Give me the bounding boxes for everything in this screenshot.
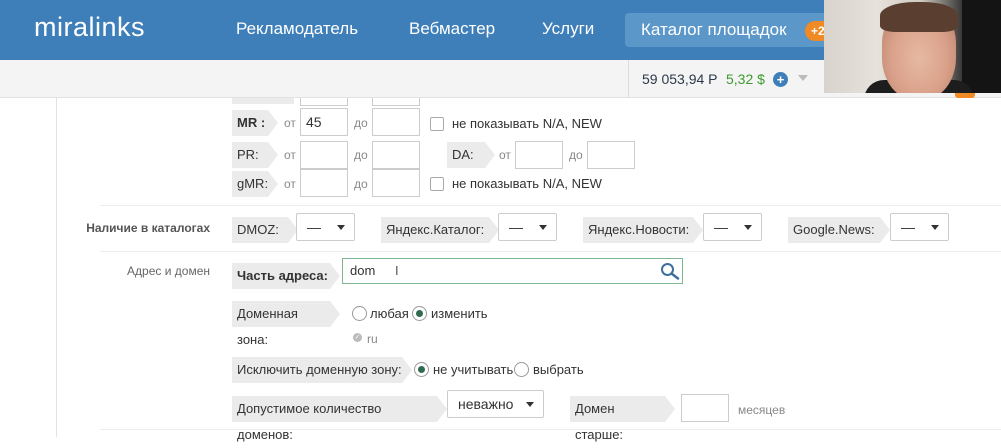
- add-funds-plus-icon[interactable]: +: [773, 72, 788, 87]
- exclude-ignore-label: не учитывать: [433, 362, 514, 377]
- exclude-choose-radio[interactable]: [514, 362, 529, 377]
- da-label: DA:: [447, 142, 495, 168]
- check-icon: ✓: [353, 333, 362, 342]
- zone-change-radio[interactable]: [412, 306, 427, 321]
- da-to-label: до: [569, 148, 583, 162]
- address-part-input[interactable]: dom: [342, 258, 683, 284]
- clipped-input-from[interactable]: [300, 98, 348, 106]
- balance-usd: 5,32 $: [726, 71, 765, 87]
- da-from-input[interactable]: [515, 141, 563, 169]
- gmr-to-input[interactable]: [372, 169, 420, 197]
- gmr-hide-na-checkbox[interactable]: [430, 177, 444, 191]
- chevron-down-icon[interactable]: [798, 75, 808, 81]
- mr-from-label: от: [284, 116, 296, 130]
- nav-services[interactable]: Услуги: [542, 19, 594, 39]
- pr-from-label: от: [284, 148, 296, 162]
- chevron-down-icon: [526, 402, 534, 407]
- gmr-to-label: до: [354, 177, 368, 191]
- domain-count-select[interactable]: неважно: [447, 390, 544, 418]
- catalogs-section-title: Наличие в каталогах: [86, 221, 210, 235]
- exclude-ignore-radio[interactable]: [414, 362, 429, 377]
- nav-site-catalog[interactable]: Каталог площадок: [625, 13, 835, 47]
- domain-older-label: Домен старше:: [570, 396, 675, 442]
- address-part-label: Часть адреса:: [232, 263, 340, 289]
- chevron-down-icon: [744, 225, 752, 230]
- pr-label: PR:: [232, 142, 278, 168]
- gmr-label: gMR:: [232, 171, 278, 197]
- nav-webmaster[interactable]: Вебмастер: [409, 19, 495, 39]
- domain-older-input[interactable]: [681, 394, 729, 422]
- google-news-label: Google.News:: [788, 217, 890, 243]
- dmoz-select-value: —: [307, 219, 321, 235]
- exclude-choose-label: выбрать: [533, 362, 584, 377]
- gmr-from-label: от: [284, 177, 296, 191]
- domain-zone-label: Доменная зона:: [232, 301, 340, 347]
- google-news-select-value: —: [901, 219, 915, 235]
- divider: [100, 429, 1001, 430]
- yandex-news-select-value: —: [714, 219, 728, 235]
- mr-hide-na-checkbox[interactable]: [430, 117, 444, 131]
- divider: [100, 205, 1001, 206]
- clipped-label: [232, 98, 294, 104]
- pr-from-input[interactable]: [300, 141, 348, 169]
- balance-rub: 59 053,94 Р: [642, 71, 718, 87]
- search-icon[interactable]: [660, 262, 680, 280]
- google-news-select[interactable]: —: [890, 213, 949, 241]
- nav-site-catalog-label: Каталог площадок: [641, 20, 787, 39]
- yandex-news-select[interactable]: —: [703, 213, 762, 241]
- webcam-overlay: [824, 0, 1001, 93]
- zone-selected-ru: ru: [367, 332, 378, 346]
- pr-to-input[interactable]: [372, 141, 420, 169]
- mr-hide-na-label: не показывать N/A, NEW: [452, 116, 602, 131]
- da-from-label: от: [499, 148, 511, 162]
- dmoz-select[interactable]: —: [296, 213, 355, 241]
- miralinks-logo[interactable]: miralinks: [34, 12, 145, 43]
- gmr-hide-na-label: не показывать N/A, NEW: [452, 176, 602, 191]
- domain-older-unit: месяцев: [738, 403, 786, 417]
- da-to-input[interactable]: [587, 141, 635, 169]
- zone-any-label: любая: [370, 306, 409, 321]
- domain-count-label: Допустимое количество доменов:: [232, 396, 447, 442]
- domain-count-select-value: неважно: [458, 396, 514, 412]
- chair: [962, 0, 1001, 93]
- nav-advertiser[interactable]: Рекламодатель: [236, 19, 358, 39]
- chevron-down-icon: [337, 225, 345, 230]
- yandex-news-label: Яндекс.Новости:: [583, 217, 703, 243]
- zone-change-label: изменить: [431, 306, 488, 321]
- gmr-from-input[interactable]: [300, 169, 348, 197]
- clipped-input-to[interactable]: [372, 98, 420, 106]
- dmoz-label: DMOZ:: [232, 217, 298, 243]
- divider: [628, 60, 629, 98]
- yandex-catalog-select[interactable]: —: [498, 213, 557, 241]
- text-cursor-icon: I: [395, 263, 399, 278]
- yandex-catalog-label: Яндекс.Каталог:: [381, 217, 499, 243]
- divider: [100, 251, 1001, 252]
- mr-from-input[interactable]: 45: [300, 108, 348, 136]
- exclude-zone-label: Исключить доменную зону:: [232, 357, 412, 383]
- chevron-down-icon: [931, 225, 939, 230]
- zone-any-radio[interactable]: [352, 306, 367, 321]
- hair: [880, 2, 958, 32]
- chevron-down-icon: [539, 225, 547, 230]
- address-section-title: Адрес и домен: [127, 264, 210, 278]
- pr-to-label: до: [354, 148, 368, 162]
- mr-to-label: до: [354, 116, 368, 130]
- mr-label: MR :: [232, 110, 278, 136]
- yandex-catalog-select-value: —: [509, 219, 523, 235]
- mr-to-input[interactable]: [372, 108, 420, 136]
